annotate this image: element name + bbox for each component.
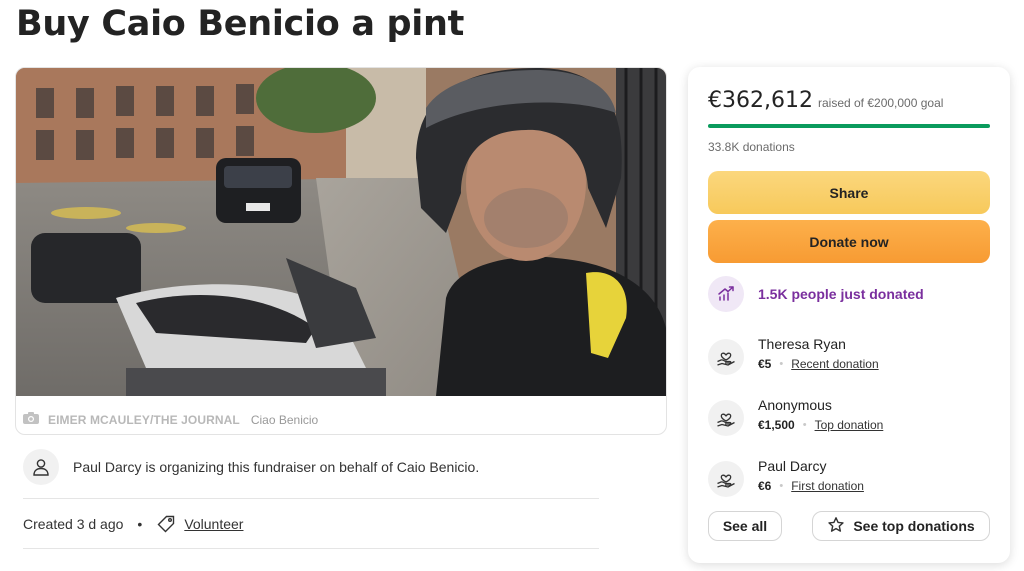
amount-raised: €362,612 (708, 88, 813, 113)
goal-text: raised of €200,000 goal (817, 96, 944, 110)
donation-item: Paul Darcy €6 • First donation (708, 458, 864, 497)
donor-name: Anonymous (758, 397, 832, 413)
photo-caption: EIMER MCAULEY/THE JOURNAL Ciao Benicio (22, 411, 318, 428)
fundraiser-photo[interactable] (16, 68, 666, 396)
heart-hand-icon (708, 400, 744, 436)
photo-credit: EIMER MCAULEY/THE JOURNAL (48, 412, 240, 427)
donation-item: Theresa Ryan €5 • Recent donation (708, 336, 879, 375)
star-icon (827, 516, 845, 537)
photo-caption-text: Ciao Benicio (250, 412, 319, 427)
camera-icon (22, 411, 40, 428)
fundraiser-meta: Created 3 d ago • Volunteer (23, 499, 599, 549)
fundraiser-photo-card: EIMER MCAULEY/THE JOURNAL Ciao Benicio (15, 67, 667, 435)
progress-bar (708, 124, 990, 128)
share-button[interactable]: Share (708, 171, 990, 214)
donation-separator: • (779, 358, 784, 370)
donation-item: Anonymous €1,500 • Top donation (708, 397, 883, 436)
created-date: Created 3 d ago (23, 515, 124, 532)
trending-text: 1.5K people just donated (758, 286, 924, 302)
tag-icon (156, 513, 178, 535)
person-icon (23, 449, 59, 485)
organizer-row: Paul Darcy is organizing this fundraiser… (23, 449, 599, 499)
trending-up-icon (708, 276, 744, 312)
see-top-donations-button[interactable]: See top donations (812, 511, 990, 541)
amount-raised-row: €362,612 raised of €200,000 goal (708, 88, 943, 113)
trending-row: 1.5K people just donated (708, 276, 924, 312)
see-top-donations-label: See top donations (853, 518, 975, 534)
donation-separator: • (802, 419, 807, 431)
donor-name: Theresa Ryan (758, 336, 846, 352)
donation-amount: €1,500 (758, 418, 795, 432)
donation-type-link[interactable]: Recent donation (791, 357, 878, 371)
heart-hand-icon (708, 461, 744, 497)
donation-separator: • (779, 480, 784, 492)
donation-amount: €5 (758, 357, 772, 371)
see-all-button[interactable]: See all (708, 511, 782, 541)
donation-type-link[interactable]: Top donation (815, 418, 884, 432)
volunteer-link[interactable]: Volunteer (184, 516, 243, 532)
organizer-text: Paul Darcy is organizing this fundraiser… (73, 459, 480, 475)
photo-illustration (16, 68, 666, 396)
page-title: Buy Caio Benicio a pint (16, 4, 465, 44)
donation-amount: €6 (758, 479, 772, 493)
meta-separator: • (137, 515, 143, 532)
donations-count: 33.8K donations (708, 140, 795, 154)
donate-now-button[interactable]: Donate now (708, 220, 990, 263)
donation-type-link[interactable]: First donation (791, 479, 864, 493)
progress-fill (708, 124, 990, 128)
donation-sidebar: €362,612 raised of €200,000 goal 33.8K d… (688, 67, 1010, 563)
heart-hand-icon (708, 339, 744, 375)
donor-name: Paul Darcy (758, 458, 827, 474)
